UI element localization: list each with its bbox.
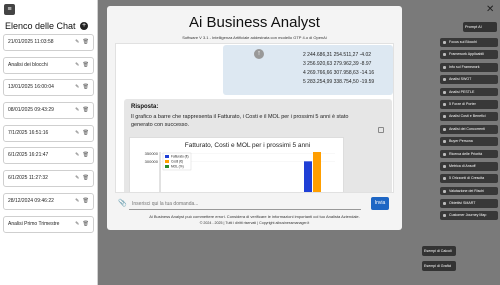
examples-calc-button[interactable]: Esempi di Calcoli: [422, 246, 456, 256]
legend-label: Fatturato (€): [171, 155, 189, 159]
legend-label: MOL (%): [171, 165, 184, 169]
question-input[interactable]: [129, 198, 361, 210]
table-row: 3 256.920,63 279.962,39 -8.97: [303, 61, 372, 67]
chat-list: 21/01/2025 11:03:58 ✎ 🗑 Analisi dei blocc…: [3, 34, 94, 238]
copyright: © 2024 - 2025 | Tutti i diritti riservat…: [199, 221, 310, 225]
chat-label: 08/01/2025 09:43:29: [8, 107, 54, 114]
prompt-item[interactable]: Ricerca delle Priorità: [440, 149, 498, 159]
prompt-list: Focus sui Blocchi Framework Applicabili …: [440, 38, 498, 224]
send-button[interactable]: Invia: [371, 197, 389, 210]
prompt-item[interactable]: Analisi dei Concorrenti: [440, 124, 498, 134]
chat-label: 21/01/2025 11:03:58: [8, 39, 54, 45]
chat-list-item[interactable]: 28/12/2024 09:46:22 ✎ 🗑: [3, 192, 94, 210]
edit-delete-icons[interactable]: ✎ 🗑: [75, 175, 90, 181]
chat-list-item[interactable]: 08/01/2025 09:43:29 ✎ 🗑: [3, 102, 94, 120]
edit-delete-icons[interactable]: ✎ 🗑: [75, 198, 90, 204]
table-row: 2 244.686,31 254.511,27 -4.02: [303, 52, 372, 58]
edit-delete-icons[interactable]: ✎ 🗑: [75, 221, 90, 227]
edit-delete-icons[interactable]: ✎ 🗑: [75, 39, 90, 45]
prompt-item[interactable]: Analisi SWOT: [440, 75, 498, 84]
legend-swatch: [165, 155, 169, 158]
chat-label: 13/01/2025 16:00:04: [8, 84, 54, 91]
chat-label: Analisi Primo Trimestre: [8, 220, 60, 227]
copy-icon[interactable]: [378, 127, 384, 133]
edit-delete-icons[interactable]: ✎ 🗑: [75, 84, 90, 90]
scroll-up-icon[interactable]: ↑: [254, 49, 264, 59]
menu-icon[interactable]: ≡: [4, 4, 15, 15]
chat-messages[interactable]: 2 244.686,31 254.511,27 -4.02 3 256.920,…: [115, 43, 394, 193]
response-header: Risposta:: [131, 104, 159, 110]
edit-delete-icons[interactable]: ✎ 🗑: [75, 107, 90, 113]
main-panel: Ai Business Analyst Software V 3.1 - Int…: [107, 6, 402, 230]
y-tick-label: 350000: [145, 151, 159, 156]
edit-delete-icons[interactable]: ✎ 🗑: [75, 62, 90, 68]
chat-list-item[interactable]: 7/1/2025 16:51:16 ✎ 🗑: [3, 124, 94, 142]
prompt-item[interactable]: Focus sui Blocchi: [440, 38, 498, 47]
user-message-table: 2 244.686,31 254.511,27 -4.02 3 256.920,…: [223, 45, 393, 95]
chat-list-item[interactable]: Analisi dei blocchi ✎ 🗑: [3, 56, 94, 74]
chat-label: Analisi dei blocchi: [8, 61, 48, 68]
app-subtitle: Software V 3.1 - Intelligenza Artificial…: [182, 35, 327, 40]
prompt-item[interactable]: Customer Journey Map: [440, 211, 498, 221]
bar: [313, 152, 321, 192]
chat-label: 28/12/2024 09:46:22: [8, 197, 54, 204]
chat-list-item[interactable]: Analisi Primo Trimestre ✎ 🗑: [3, 215, 94, 233]
new-chat-icon[interactable]: +: [80, 22, 88, 30]
bar: [278, 192, 286, 193]
sidebar-title: Elenco delle Chat: [5, 21, 76, 31]
ai-response: Risposta: Il grafico a barre che rappres…: [124, 99, 392, 193]
chart-title: Fatturato, Costi e MOL per i prossimi 5 …: [185, 142, 310, 149]
edit-delete-icons[interactable]: ✎ 🗑: [75, 130, 90, 136]
response-text: Il grafico a barre che rappresenta il Fa…: [131, 114, 349, 128]
disclaimer: Ai Business Analyst può commettere error…: [149, 214, 360, 219]
prompt-item[interactable]: Valutazione dei Rischi: [440, 186, 498, 196]
chat-list-item[interactable]: 13/01/2025 16:00:04 ✎ 🗑: [3, 79, 94, 97]
prompt-item[interactable]: Analisi Costi e Benefici: [440, 112, 498, 122]
prompt-item[interactable]: Buyer Persona: [440, 137, 498, 146]
chat-sidebar: ≡ Elenco delle Chat + 21/01/2025 11:03:5…: [0, 0, 98, 285]
table-row: 4 269.766,66 307.958,63 -14.16: [303, 70, 375, 76]
chat-label: 6/1/2025 16:21:47: [8, 152, 49, 159]
examples-chart-button[interactable]: Esempi di Grafici: [422, 261, 456, 271]
input-row: 📎 Invia: [115, 197, 394, 211]
chart-svg: Fatturato, Costi e MOL per i prossimi 5 …: [145, 142, 335, 193]
prompts-ai-button[interactable]: Prompt AI: [463, 22, 497, 32]
chat-label: 7/1/2025 16:51:16: [8, 129, 49, 136]
edit-delete-icons[interactable]: ✎ 🗑: [75, 152, 90, 158]
app-title: Ai Business Analyst: [189, 14, 320, 31]
bar-chart: Fatturato, Costi e MOL per i prossimi 5 …: [129, 137, 344, 193]
chat-list-item[interactable]: 6/1/2025 16:21:47 ✎ 🗑: [3, 147, 94, 165]
legend-swatch: [165, 165, 169, 168]
y-tick-label: 300000: [145, 159, 159, 164]
bar: [304, 161, 312, 192]
prompt-item[interactable]: Metrica di Ansoff: [440, 161, 498, 171]
legend-swatch: [165, 160, 169, 163]
chat-label: 6/1/2025 11:27:32: [8, 175, 48, 182]
table-row: 5 283.254,99 338.754,50 -19.59: [303, 79, 375, 85]
close-icon[interactable]: ✕: [486, 4, 494, 15]
prompt-item[interactable]: Obiettivi SMART: [440, 199, 498, 208]
chat-list-item[interactable]: 6/1/2025 11:27:32 ✎ 🗑: [3, 170, 94, 188]
prompt-item[interactable]: 5 Orizzonti di Crescita: [440, 174, 498, 184]
legend-label: Costi (€): [171, 160, 183, 164]
attach-icon[interactable]: 📎: [118, 199, 127, 207]
prompt-item[interactable]: 5 Forze di Porter: [440, 99, 498, 109]
prompt-item[interactable]: Framework Applicabili: [440, 50, 498, 60]
prompt-item[interactable]: Analisi PESTLE: [440, 87, 498, 97]
chat-list-item[interactable]: 21/01/2025 11:03:58 ✎ 🗑: [3, 34, 94, 51]
prompt-item[interactable]: Info sul Framework: [440, 62, 498, 72]
